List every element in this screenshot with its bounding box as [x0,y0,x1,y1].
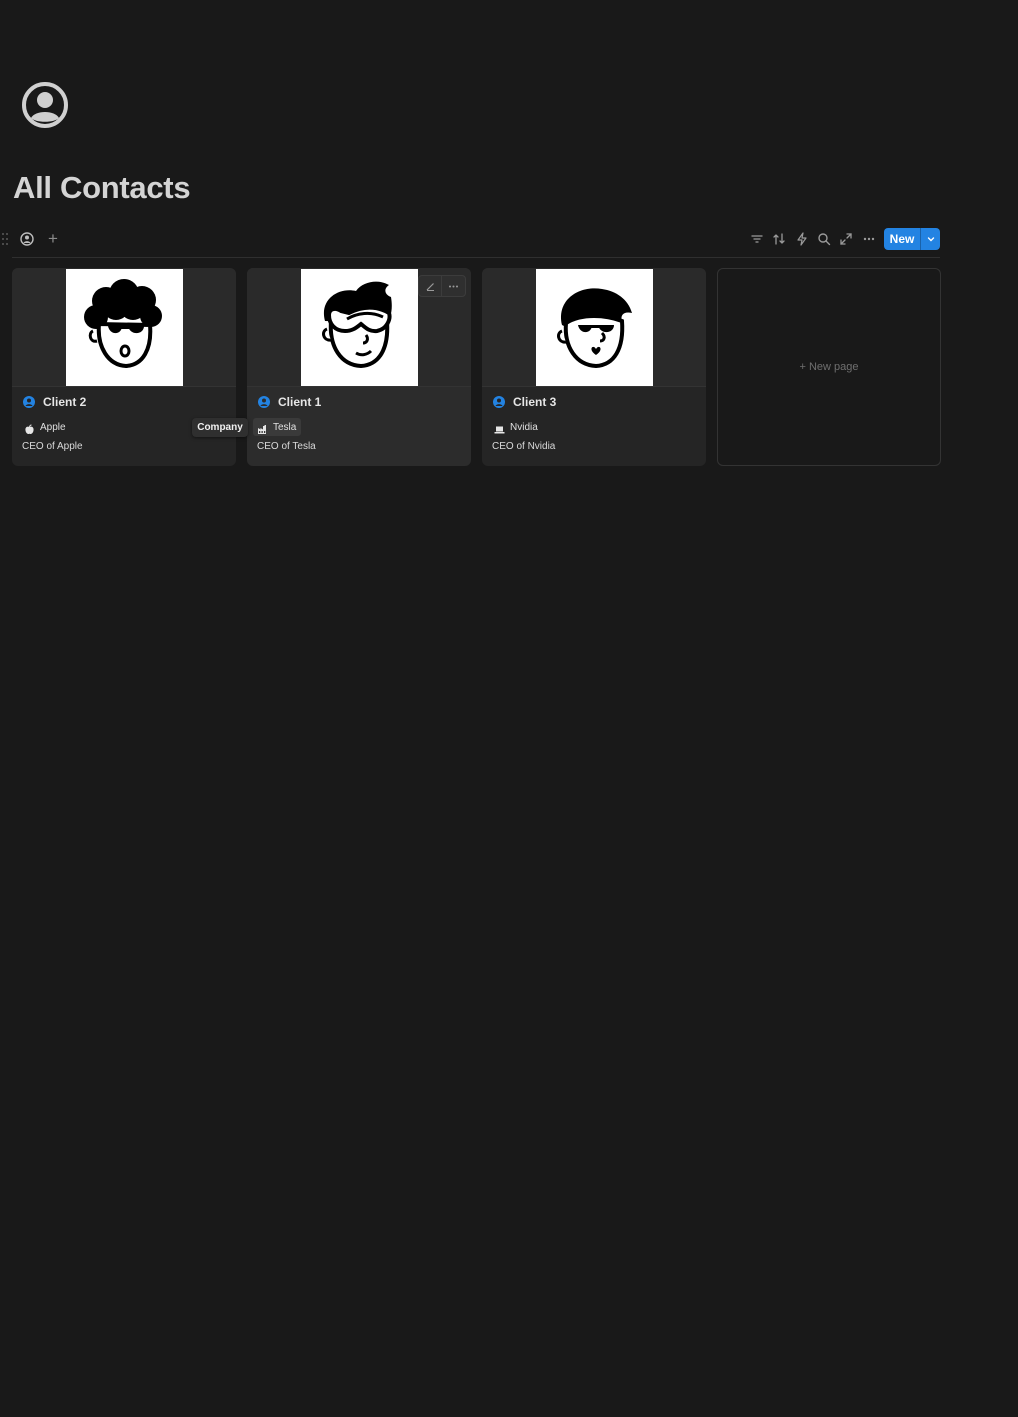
automation-icon[interactable] [795,232,809,246]
card-cover [482,268,706,387]
filter-icon[interactable] [750,232,764,246]
company-label: Nvidia [510,421,538,433]
company-tag[interactable]: Tesla [253,418,302,436]
toolbar-divider [12,257,940,258]
drag-handle-icon[interactable] [1,232,9,246]
card-title-row: Client 1 [257,394,321,410]
card-title: Client 3 [513,395,557,409]
person-icon [22,395,36,409]
company-tag[interactable]: Apple [22,418,69,436]
more-icon[interactable] [862,232,876,246]
database-view-icon[interactable] [20,232,34,246]
edit-icon[interactable] [419,276,441,296]
new-page-card[interactable]: + New page [717,268,941,466]
gallery-card-client-3[interactable]: Client 3 Nvidia CEO of Nvidia [482,268,706,466]
new-button-label[interactable]: New [884,228,920,250]
new-button: New [884,228,940,250]
expand-icon[interactable] [839,232,853,246]
search-icon[interactable] [817,232,831,246]
role-text: CEO of Nvidia [492,441,556,452]
card-title-row: Client 2 [22,394,86,410]
company-label: Tesla [273,421,297,433]
more-icon[interactable] [441,276,464,296]
card-title: Client 1 [278,395,322,409]
database-toolbar: + New [0,228,940,250]
person-circle-icon[interactable] [21,81,69,129]
card-cover [12,268,236,387]
chevron-down-icon[interactable] [921,228,940,250]
role-text: CEO of Tesla [257,441,316,452]
person-icon [257,395,271,409]
factory-icon [257,422,268,434]
swoop-hair-sunglasses-avatar [536,269,653,386]
sort-icon[interactable] [772,232,786,246]
company-tooltip: Company [192,418,248,437]
add-view-button[interactable]: + [45,229,61,249]
new-page-label: + New page [799,361,859,373]
company-label: Apple [40,421,66,433]
new-page-text: New page [808,361,859,373]
gallery-card-client-1[interactable]: Client 1 Tesla CEO of Tesla [247,268,471,466]
card-hover-actions [418,275,466,297]
card-title-row: Client 3 [492,394,556,410]
apple-icon [24,422,35,434]
page-title[interactable]: All Contacts [13,170,191,206]
person-icon [492,395,506,409]
spiky-hair-goggles-avatar [301,269,418,386]
company-tag[interactable]: Nvidia [492,418,541,436]
laptop-icon [494,422,505,433]
role-text: CEO of Apple [22,441,83,452]
card-title: Client 2 [43,395,87,409]
curly-hair-sunglasses-avatar [66,269,183,386]
